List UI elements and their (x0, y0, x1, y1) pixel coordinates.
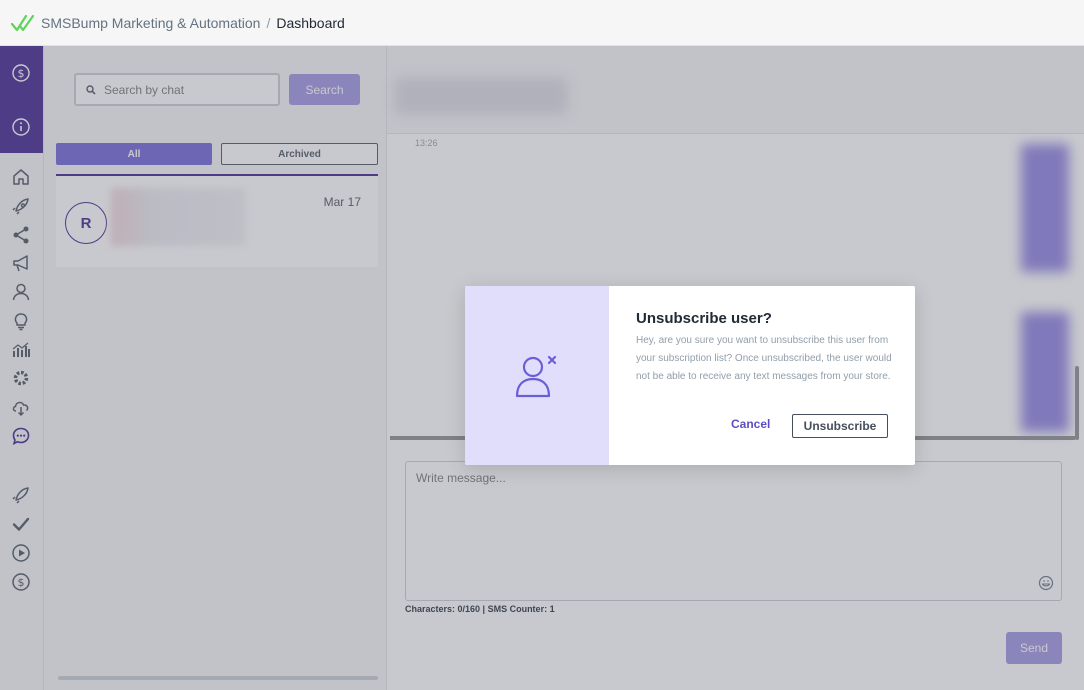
top-bar: SMSBump Marketing & Automation / Dashboa… (0, 0, 1084, 46)
app-name-link[interactable]: SMSBump Marketing & Automation (41, 15, 260, 31)
remove-user-icon (515, 355, 557, 397)
smsbump-logo-icon (11, 14, 35, 31)
dialog-title: Unsubscribe user? (636, 310, 772, 327)
breadcrumb-separator: / (266, 14, 271, 31)
breadcrumb-current: Dashboard (276, 14, 345, 31)
unsubscribe-button[interactable]: Unsubscribe (792, 414, 888, 438)
unsubscribe-dialog: Unsubscribe user? Hey, are you sure you … (465, 286, 915, 465)
dialog-message: Hey, are you sure you want to unsubscrib… (636, 335, 892, 382)
cancel-button[interactable]: Cancel (731, 417, 770, 431)
dialog-illustration (465, 286, 609, 465)
